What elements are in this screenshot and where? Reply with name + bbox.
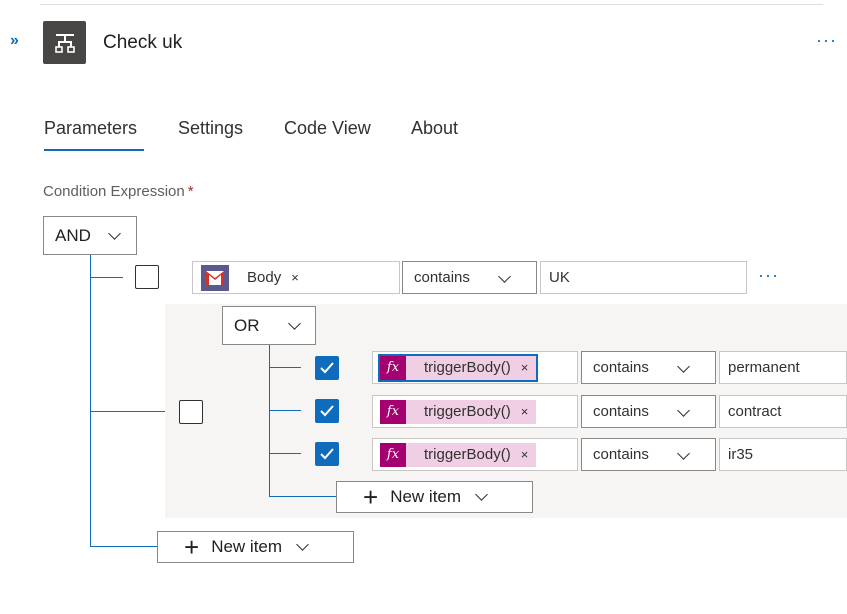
g3-checkbox[interactable] — [315, 442, 339, 466]
group-checkbox[interactable] — [179, 400, 203, 424]
trigger-body-token[interactable]: fx triggerBody() × — [380, 442, 537, 467]
plus-icon: + — [184, 532, 200, 562]
checkmark-icon — [320, 362, 334, 374]
trigger-body-token[interactable]: fx triggerBody() × — [380, 399, 537, 424]
checkmark-icon — [320, 405, 334, 417]
chevron-down-icon — [287, 316, 301, 330]
group-new-item-button[interactable]: + New item — [336, 481, 533, 513]
g1-operator-value: contains — [593, 359, 649, 376]
remove-token-icon[interactable]: × — [521, 447, 529, 462]
row1-checkbox[interactable] — [135, 265, 159, 289]
root-operator-dropdown[interactable]: AND — [43, 216, 137, 255]
row1-more-icon[interactable]: ··· — [758, 265, 779, 286]
expand-chevrons-icon[interactable]: » — [10, 32, 32, 52]
g2-left-operand[interactable]: fx triggerBody() × — [372, 395, 578, 428]
g3-operator-dropdown[interactable]: contains — [581, 438, 716, 471]
active-tab-indicator — [44, 149, 144, 151]
chevron-down-icon — [108, 226, 121, 240]
chevron-down-icon — [498, 270, 511, 283]
body-token-label: Body — [247, 269, 282, 286]
token-label: triggerBody() — [424, 359, 511, 376]
row1-operator-value: contains — [414, 269, 470, 286]
tab-parameters[interactable]: Parameters — [44, 118, 137, 139]
g1-left-operand[interactable]: fx triggerBody() × — [372, 351, 578, 384]
remove-token-icon[interactable]: × — [291, 270, 299, 285]
chevron-down-icon — [296, 538, 309, 551]
fx-icon: fx — [380, 399, 406, 424]
root-operator-value: AND — [55, 225, 91, 245]
remove-token-icon[interactable]: × — [521, 360, 529, 375]
g1-operator-dropdown[interactable]: contains — [581, 351, 716, 384]
g3-value-input[interactable]: ir35 — [719, 438, 847, 471]
plus-icon: + — [363, 482, 379, 512]
top-divider — [40, 4, 823, 5]
group-new-item-label: New item — [390, 487, 462, 506]
tab-about[interactable]: About — [411, 118, 458, 139]
tree-branch-row1 — [90, 277, 123, 278]
condition-expression-label: Condition Expression * — [43, 183, 194, 200]
tab-settings[interactable]: Settings — [178, 118, 243, 139]
tree-branch-new-item — [90, 546, 157, 547]
g3-left-operand[interactable]: fx triggerBody() × — [372, 438, 578, 471]
g1-value-input[interactable]: permanent — [719, 351, 847, 384]
action-title[interactable]: Check uk — [103, 32, 182, 54]
fx-icon: fx — [380, 355, 406, 380]
g2-operator-dropdown[interactable]: contains — [581, 395, 716, 428]
body-token[interactable]: Body × — [201, 264, 307, 291]
condition-action-icon — [43, 21, 86, 64]
more-options-icon[interactable]: ··· — [816, 30, 837, 51]
fx-icon: fx — [380, 442, 406, 467]
tree-line-root — [90, 255, 91, 547]
tree-branch-group — [90, 411, 166, 412]
g3-operator-value: contains — [593, 446, 649, 463]
condition-label-text: Condition Expression — [43, 183, 185, 200]
chevron-down-icon — [677, 447, 690, 460]
token-label: triggerBody() — [424, 403, 511, 420]
row1-value-input[interactable]: UK — [540, 261, 747, 294]
g1-checkbox[interactable] — [315, 356, 339, 380]
root-new-item-button[interactable]: + New item — [157, 531, 354, 563]
row1-left-operand[interactable]: Body × — [192, 261, 400, 294]
group-operator-value: OR — [234, 315, 260, 335]
checkmark-icon — [320, 448, 334, 460]
tree-branch-g3 — [269, 453, 301, 454]
root-new-item-label: New item — [211, 537, 283, 556]
tab-code-view[interactable]: Code View — [284, 118, 371, 139]
g2-checkbox[interactable] — [315, 399, 339, 423]
remove-token-icon[interactable]: × — [521, 404, 529, 419]
required-mark: * — [187, 183, 194, 200]
tree-branch-group-new — [269, 496, 336, 497]
tree-branch-g1 — [269, 367, 301, 368]
trigger-body-token[interactable]: fx triggerBody() × — [377, 353, 539, 382]
g2-value-input[interactable]: contract — [719, 395, 847, 428]
token-label: triggerBody() — [424, 446, 511, 463]
group-operator-dropdown[interactable]: OR — [222, 306, 316, 345]
row1-operator-dropdown[interactable]: contains — [402, 261, 537, 294]
chevron-down-icon — [677, 404, 690, 417]
tree-branch-g2 — [269, 410, 301, 411]
chevron-down-icon — [475, 488, 488, 501]
gmail-icon — [201, 264, 229, 291]
g2-operator-value: contains — [593, 403, 649, 420]
chevron-down-icon — [677, 360, 690, 373]
